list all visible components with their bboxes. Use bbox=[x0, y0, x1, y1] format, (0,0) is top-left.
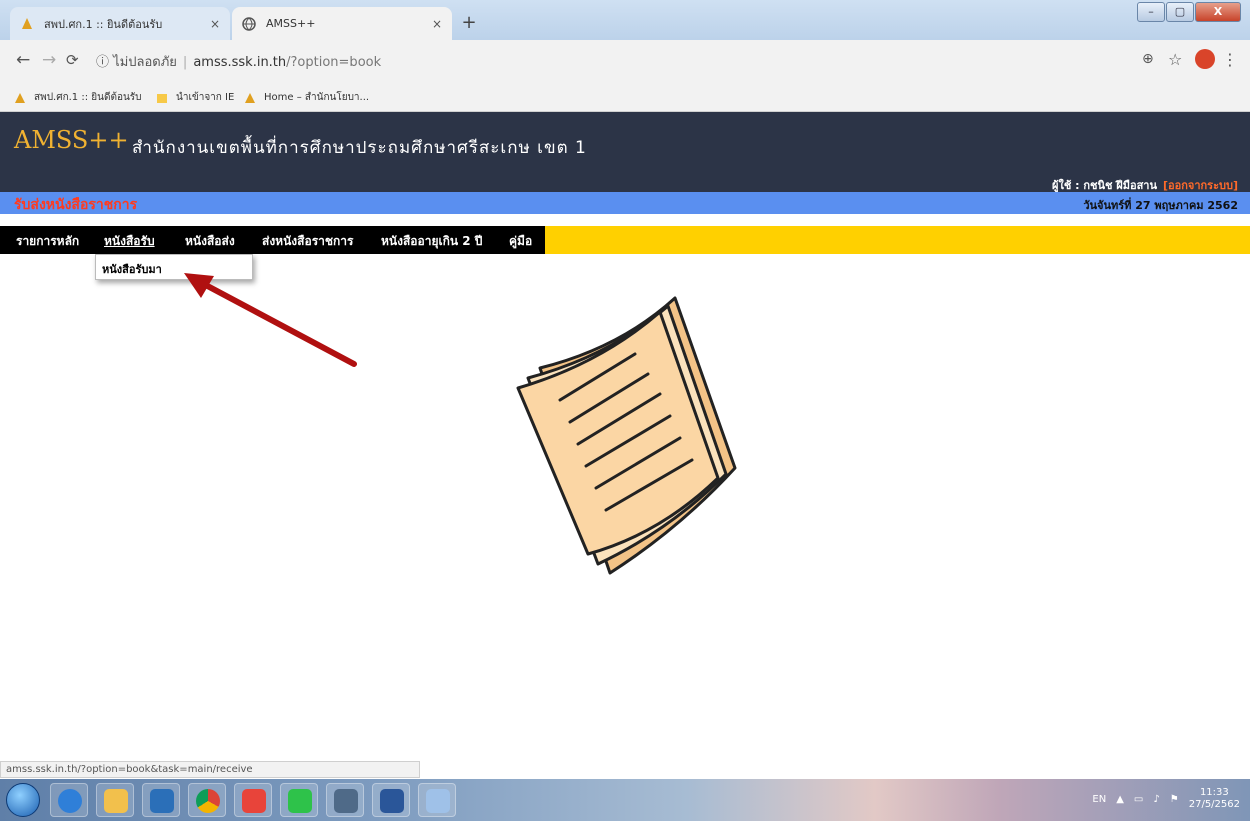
tray-expand-icon[interactable]: ▲ bbox=[1116, 794, 1124, 805]
star-icon[interactable]: ☆ bbox=[1168, 50, 1182, 69]
start-icon[interactable] bbox=[6, 783, 40, 817]
volume-icon[interactable]: ♪ bbox=[1153, 794, 1159, 805]
section-title: รับส่งหนังสือราชการ bbox=[14, 197, 138, 213]
section-band: รับส่งหนังสือราชการ วันจันทร์ที่ 27 พฤษภ… bbox=[0, 192, 1250, 214]
url-path: /?option=book bbox=[286, 55, 382, 70]
url-field[interactable]: ⓘ ไม่ปลอดภัย | amss.ssk.in.th/?option=book bbox=[96, 51, 381, 72]
site-icon bbox=[245, 92, 255, 103]
forward-icon[interactable]: → bbox=[42, 50, 56, 70]
eye-icon[interactable] bbox=[326, 783, 364, 817]
system-tray: EN ▲ ▭ ♪ ⚑ 11:33 27/5/2562 bbox=[1082, 787, 1240, 811]
minimize-button[interactable]: – bbox=[1137, 2, 1165, 22]
menu-dots-icon[interactable]: ⋮ bbox=[1222, 50, 1238, 69]
received-dropdown: หนังสือรับมา bbox=[95, 254, 253, 280]
flag-icon[interactable]: ⚑ bbox=[1170, 794, 1179, 805]
bookmark-label: Home – สำนักนโยบา... bbox=[264, 92, 370, 103]
office-name: สำนักงานเขตพื้นที่การศึกษาประถมศึกษาศรีส… bbox=[132, 138, 587, 158]
brand-logo: AMSS++ bbox=[14, 126, 129, 154]
bookmark-label: นำเข้าจาก IE bbox=[176, 92, 235, 103]
language-indicator[interactable]: EN bbox=[1092, 794, 1106, 805]
media-icon[interactable] bbox=[142, 783, 180, 817]
site-icon bbox=[15, 92, 25, 103]
address-bar: ← → ⟳ ⓘ ไม่ปลอดภัย | amss.ssk.in.th/?optio… bbox=[0, 40, 1250, 82]
logout-link[interactable]: [ออกจากระบบ] bbox=[1163, 179, 1238, 192]
site-icon bbox=[22, 17, 32, 29]
bookmark-label: สพป.ศก.1 :: ยินดีต้อนรับ bbox=[34, 92, 142, 103]
app-icon[interactable] bbox=[234, 783, 272, 817]
menu-item-archive[interactable]: หนังสืออายุเกิน 2 ปี bbox=[381, 232, 482, 251]
menu-item-send-official[interactable]: ส่งหนังสือราชการ bbox=[262, 232, 353, 251]
chrome-icon[interactable] bbox=[188, 783, 226, 817]
menu-item-manual[interactable]: คู่มือ bbox=[509, 232, 532, 251]
url-host: amss.ssk.in.th bbox=[193, 55, 287, 70]
new-tab-button[interactable]: + bbox=[457, 12, 481, 36]
tab-title: AMSS++ bbox=[266, 17, 316, 30]
zoom-icon[interactable]: ⊕ bbox=[1142, 51, 1154, 67]
user-label: ผู้ใช้ : กชนิช ฝีมือสาน bbox=[1052, 179, 1157, 192]
ie-icon[interactable] bbox=[50, 783, 88, 817]
tab-amss[interactable]: AMSS++ × bbox=[232, 7, 452, 40]
back-icon[interactable]: ← bbox=[16, 50, 30, 70]
info-icon[interactable]: ⓘ bbox=[96, 55, 109, 70]
tab-close-icon[interactable]: × bbox=[210, 17, 220, 31]
tab-home-site[interactable]: สพป.ศก.1 :: ยินดีต้อนรับ × bbox=[10, 7, 230, 40]
paint-icon[interactable] bbox=[418, 783, 456, 817]
globe-icon bbox=[242, 16, 256, 31]
site-header: AMSS++ สำนักงานเขตพื้นที่การศึกษาประถมศึ… bbox=[0, 112, 1250, 192]
reload-icon[interactable]: ⟳ bbox=[66, 51, 79, 69]
close-window-button[interactable]: X bbox=[1195, 2, 1241, 22]
profile-avatar[interactable] bbox=[1195, 49, 1215, 69]
paper-stack-illustration bbox=[516, 296, 737, 575]
tab-title: สพป.ศก.1 :: ยินดีต้อนรับ bbox=[44, 17, 163, 31]
status-bar: amss.ssk.in.th/?option=book&task=main/re… bbox=[0, 761, 420, 778]
explorer-icon[interactable] bbox=[96, 783, 134, 817]
bookmark-policy[interactable]: Home – สำนักนโยบา... bbox=[244, 90, 369, 105]
main-menu: รายการหลัก หนังสือรับ หนังสือส่ง ส่งหนัง… bbox=[0, 226, 1250, 254]
network-icon[interactable]: ▭ bbox=[1134, 794, 1143, 805]
clock-time: 11:33 bbox=[1199, 787, 1229, 798]
folder-icon bbox=[157, 93, 167, 103]
menu-item-sent[interactable]: หนังสือส่ง bbox=[185, 232, 235, 251]
current-date: วันจันทร์ที่ 27 พฤษภาคม 2562 bbox=[1083, 199, 1238, 212]
menu-item-main[interactable]: รายการหลัก bbox=[16, 232, 79, 251]
menu-item-received[interactable]: หนังสือรับ bbox=[104, 232, 155, 251]
clock[interactable]: 11:33 27/5/2562 bbox=[1189, 787, 1240, 811]
bookmark-ie-folder[interactable]: นำเข้าจาก IE bbox=[156, 90, 234, 105]
clock-date: 27/5/2562 bbox=[1188, 799, 1240, 810]
browser-tabstrip: สพป.ศก.1 :: ยินดีต้อนรับ × AMSS++ × + – … bbox=[0, 0, 1250, 40]
maximize-button[interactable]: ▢ bbox=[1166, 2, 1194, 22]
taskbar: EN ▲ ▭ ♪ ⚑ 11:33 27/5/2562 bbox=[0, 779, 1250, 821]
tab-close-icon[interactable]: × bbox=[432, 17, 442, 31]
word-icon[interactable] bbox=[372, 783, 410, 817]
bookmarks-bar: สพป.ศก.1 :: ยินดีต้อนรับ นำเข้าจาก IE Ho… bbox=[0, 82, 1250, 112]
security-label: ไม่ปลอดภัย bbox=[113, 55, 177, 70]
line-icon[interactable] bbox=[280, 783, 318, 817]
bookmark-home-site[interactable]: สพป.ศก.1 :: ยินดีต้อนรับ bbox=[14, 90, 142, 105]
dropdown-item-received-incoming[interactable]: หนังสือรับมา bbox=[102, 260, 162, 278]
